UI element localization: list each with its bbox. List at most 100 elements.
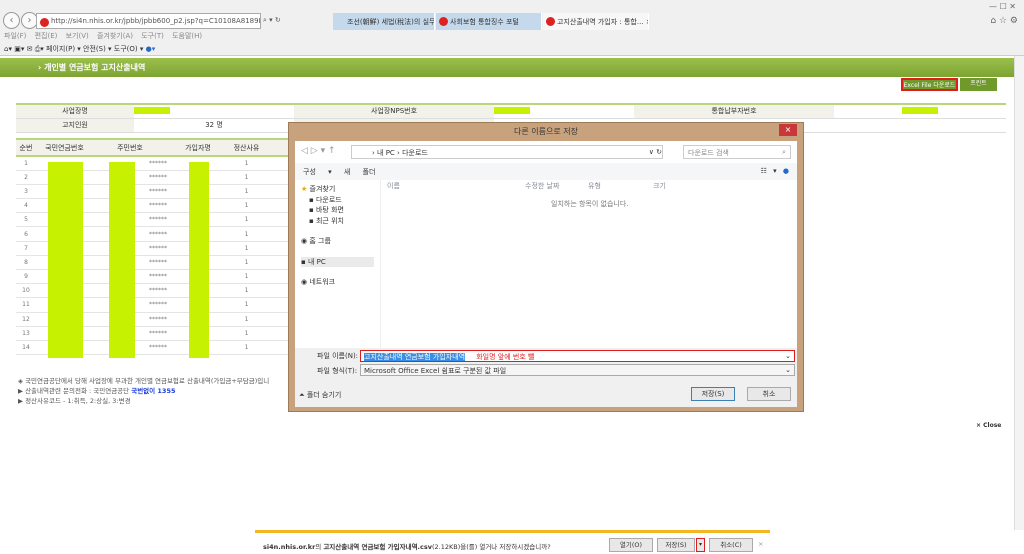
count-value: 32 명 <box>134 118 294 133</box>
reason-code: 1 <box>229 269 264 285</box>
nav-desktop[interactable]: ▪ 바탕 화면 <box>301 205 374 216</box>
address-bar[interactable]: http://si4n.nhis.or.kr/jpbb/jpbb600_p2.j… <box>36 13 261 29</box>
download-notification-bar: si4n.nhis.or.kr의 고지산출내역 연금보험 가입자내역.csv(2… <box>255 530 770 554</box>
col-name[interactable]: 이름 <box>387 181 400 191</box>
menu-edit[interactable]: 편집(E) <box>35 32 58 40</box>
open-button[interactable]: 열기(O) <box>609 538 653 552</box>
home-star-gear-icons[interactable]: ⌂ ☆ ⚙ <box>990 16 1018 26</box>
filetype-label: 파일 형식(T): <box>317 367 358 375</box>
reason-code: 1 <box>229 297 264 313</box>
cancel-download-button[interactable]: 취소(C) <box>709 538 753 552</box>
new-folder-button[interactable]: 새 폴더 <box>344 168 376 176</box>
breadcrumb[interactable]: › 내 PC › 다운로드 ∨ ↻ <box>351 145 663 159</box>
refresh-icon[interactable]: ∨ ↻ <box>649 148 662 156</box>
window-controls[interactable]: — ☐ ✕ <box>989 2 1016 11</box>
integ-label: 통합납부자번호 <box>634 104 834 119</box>
tab-1[interactable]: 조선(朝鮮) 세법(稅法)의 실무... <box>333 13 435 30</box>
row-no: 1 <box>16 156 36 171</box>
filename-input[interactable]: 고지산출내역 연금보험 가입자내역 화일명 앞에 번호 뺄 ⌄ <box>360 350 795 362</box>
redacted <box>134 106 170 114</box>
filename-note: 화일명 앞에 번호 뺄 <box>476 353 535 361</box>
dialog-title: 다른 이름으로 저장 <box>514 127 578 136</box>
row-no: 7 <box>16 241 36 256</box>
organize-button[interactable]: 구성 ▾ <box>303 168 332 176</box>
ie-icon <box>40 18 49 27</box>
nav-pane: ★ 즐겨찾기 ▪ 다운로드 ▪ 바탕 화면 ▪ 최근 위치 ◉ 홈 그룹 ▪ 내… <box>295 180 381 348</box>
search-refresh-icons[interactable]: ⌕ ▾ ↻ <box>263 16 281 25</box>
redacted-name-column <box>189 162 209 358</box>
save-download-button[interactable]: 저장(S) <box>657 538 695 552</box>
chevron-down-icon[interactable]: ⌄ <box>785 352 791 360</box>
col-type[interactable]: 유형 <box>588 181 601 191</box>
reason-code: 1 <box>229 312 264 327</box>
save-button[interactable]: 저장(S) <box>691 387 735 401</box>
print-icon[interactable]: ⎙▾ <box>35 45 44 53</box>
help-icon[interactable]: ●▾ <box>146 45 156 53</box>
col-name: 가입자명 <box>167 139 229 157</box>
nav-homegroup[interactable]: ◉ 홈 그룹 <box>301 236 374 247</box>
browser-chrome: ‹ › http://si4n.nhis.or.kr/jpbb/jpbb600_… <box>0 0 1024 56</box>
filetype-select[interactable]: Microsoft Office Excel 쉼표로 구분된 값 파일 ⌄ <box>360 364 795 376</box>
menu-favorites[interactable]: 즐겨찾기(A) <box>97 32 133 40</box>
page-menu[interactable]: 페이지(P) ▾ <box>46 45 81 53</box>
search-input[interactable]: 다운로드 검색 ⌕ <box>683 145 791 159</box>
safety-menu[interactable]: 안전(S) ▾ <box>83 45 112 53</box>
menu-tools[interactable]: 도구(T) <box>141 32 164 40</box>
crumb-pc[interactable]: 내 PC <box>377 149 395 157</box>
feeds-icon[interactable]: ▣▾ <box>14 45 24 53</box>
close-link[interactable]: × Close <box>976 422 1001 429</box>
page-scrollbar[interactable] <box>1014 56 1024 530</box>
download-file: 고지산출내역 연금보험 가입자내역.csv <box>323 543 432 551</box>
nav-label: 홈 그룹 <box>309 237 331 245</box>
menu-view[interactable]: 보기(V) <box>66 32 89 40</box>
row-no: 10 <box>16 283 36 299</box>
close-icon[interactable]: × <box>758 540 763 548</box>
hide-folders-button[interactable]: ⏶ 폴더 숨기기 <box>299 390 341 400</box>
nav-network[interactable]: ◉ 네트워크 <box>301 277 374 288</box>
ie-icon <box>546 17 555 26</box>
col-size[interactable]: 크기 <box>653 181 666 191</box>
home-icon[interactable]: ⌂▾ <box>4 45 12 53</box>
url-text: http://si4n.nhis.or.kr/jpbb/jpbb600_p2.j… <box>51 17 260 25</box>
crumb-downloads[interactable]: 다운로드 <box>402 149 428 157</box>
nav-this-pc[interactable]: ▪ 내 PC <box>301 256 374 267</box>
dialog-close-button[interactable]: × <box>779 124 797 136</box>
dialog-toolbar: 구성 ▾ 새 폴더 ☷ ▾ ● <box>295 163 797 180</box>
view-help-icons[interactable]: ☷ ▾ ● <box>761 167 789 175</box>
reason-code: 1 <box>229 212 264 228</box>
tab-3-active[interactable]: 고지산출내역 가입자 : 통합... × <box>543 13 649 30</box>
tab-2[interactable]: 사회보험 통합징수 포털 <box>436 13 542 30</box>
reason-code: 1 <box>229 226 264 242</box>
nav-downloads[interactable]: ▪ 다운로드 <box>301 195 374 206</box>
reason-code: 1 <box>229 283 264 299</box>
page-title: › 개인별 연금보험 고지산출내역 <box>0 58 1014 77</box>
chevron-down-icon: ⌄ <box>785 366 791 374</box>
save-options-dropdown[interactable]: ▾ <box>696 538 705 552</box>
excel-download-button[interactable]: Excel File 다운로드 <box>901 78 958 91</box>
search-icon: ⌕ <box>782 148 786 156</box>
back-button[interactable]: ‹ <box>3 12 20 29</box>
nav-recent[interactable]: ▪ 최근 위치 <box>301 216 374 227</box>
nav-label: 네트워크 <box>309 278 336 286</box>
redacted <box>902 106 938 114</box>
nav-label: 바탕 화면 <box>315 206 344 214</box>
reason-code: 1 <box>229 170 264 185</box>
col-nps-no: 국민연금번호 <box>36 139 93 157</box>
msg-part: (2.12KB)을(를) 열거나 저장하시겠습니까? <box>431 543 551 551</box>
reason-code: 1 <box>229 156 264 171</box>
count-label: 고지인원 <box>16 118 134 133</box>
empty-message: 일치하는 항목이 없습니다. <box>551 200 629 208</box>
dialog-bottom: 파일 이름(N): 고지산출내역 연금보험 가입자내역 화일명 앞에 번호 뺄 ⌄… <box>295 348 797 407</box>
menu-help[interactable]: 도움말(H) <box>172 32 202 40</box>
tools-menu[interactable]: 도구(O) ▾ <box>114 45 144 53</box>
cancel-button[interactable]: 취소 <box>747 387 791 401</box>
nav-favorites[interactable]: ★ 즐겨찾기 <box>301 184 374 195</box>
mail-icon[interactable]: ✉ <box>27 45 33 53</box>
col-modified[interactable]: 수정한 날짜 <box>525 181 559 191</box>
print-button[interactable]: 프린트 <box>960 78 997 91</box>
nav-arrows[interactable]: ◁ ▷ ▾ ↑ <box>301 146 335 156</box>
col-rrn: 주민번호 <box>93 139 167 157</box>
download-host: si4n.nhis.or.kr <box>263 543 316 551</box>
menu-file[interactable]: 파일(F) <box>4 32 26 40</box>
tab-label: 고지산출내역 가입자 : 통합... <box>557 18 644 26</box>
